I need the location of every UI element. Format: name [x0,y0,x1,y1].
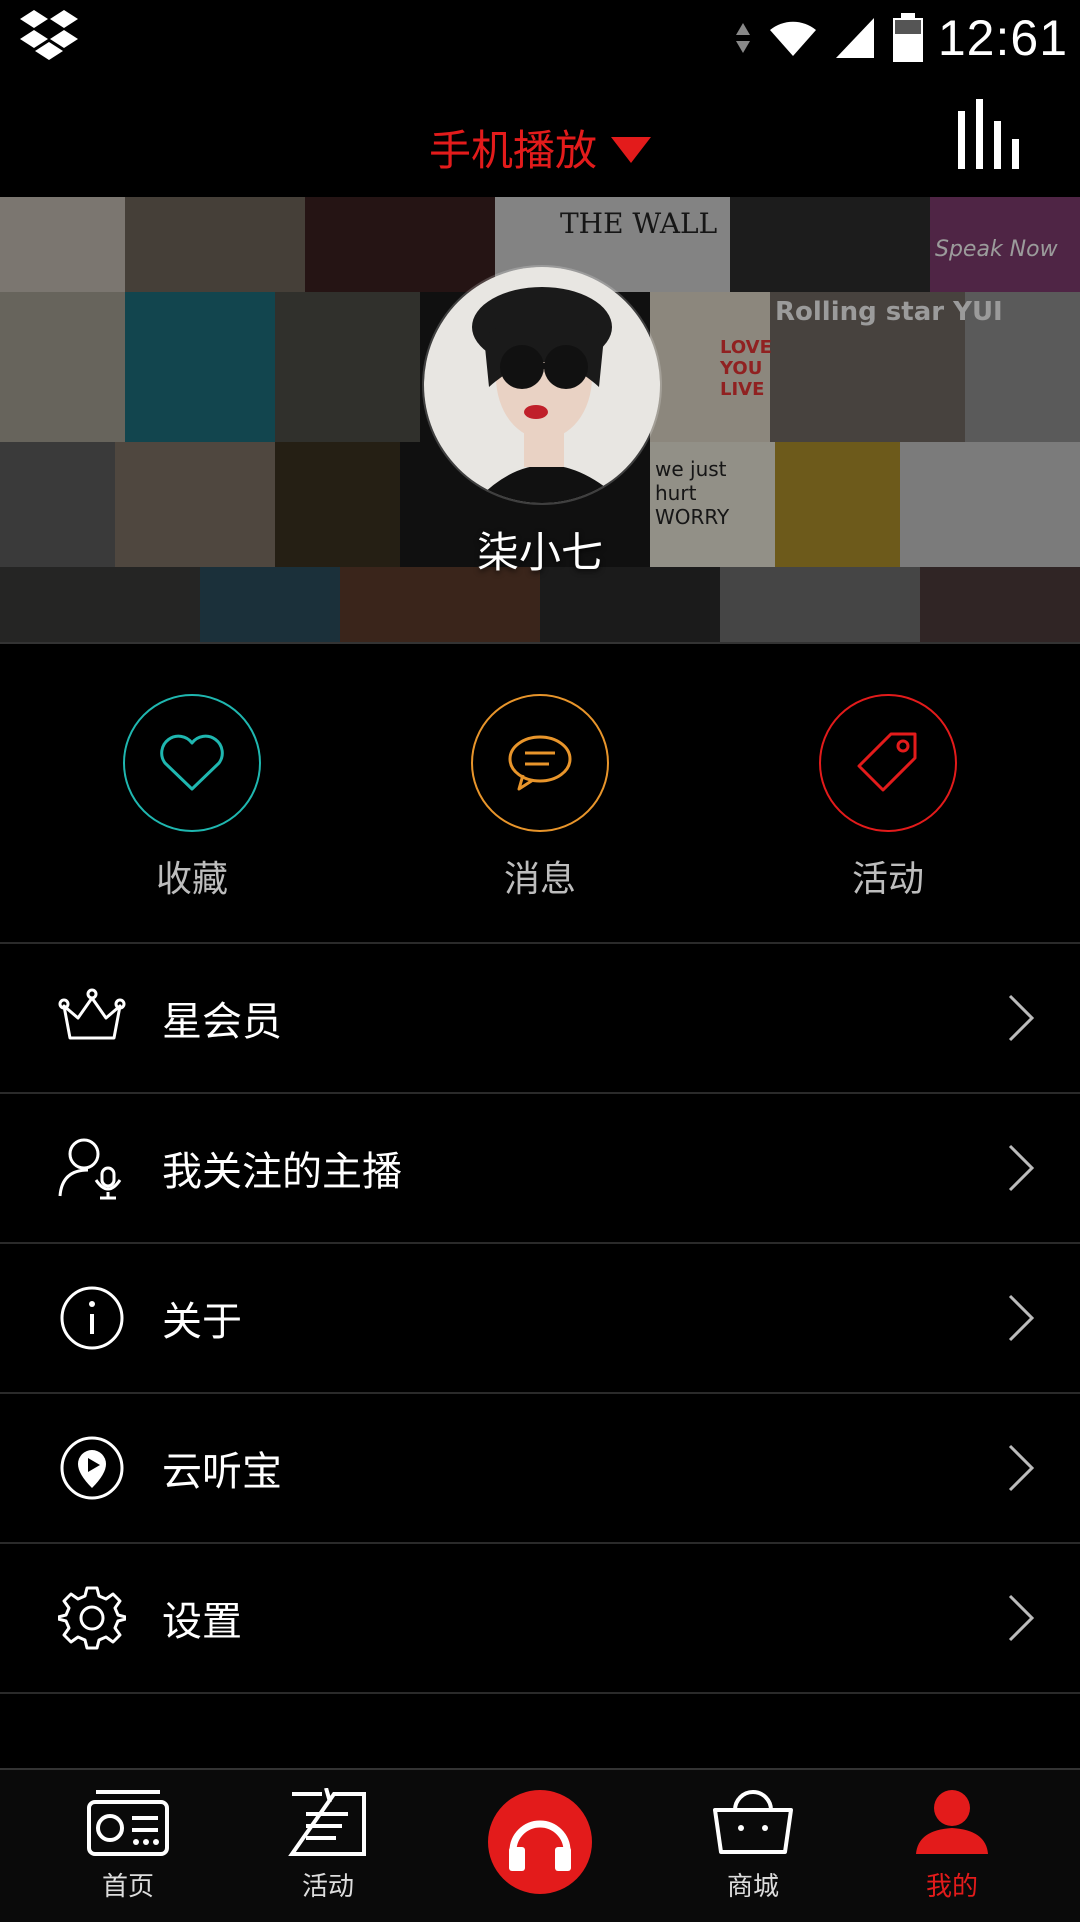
menu-label: 关于 [162,1299,242,1345]
tab-label: 我的 [925,1872,978,1902]
activities-circle [819,694,957,832]
info-icon [60,1286,124,1350]
signal-icon [835,18,874,58]
crown-icon [58,988,126,1040]
messages-label: 消息 [503,859,576,900]
list-board-icon [288,1787,366,1856]
playback-source-selector[interactable]: 手机播放 [0,117,1080,178]
chevron-right-icon [1008,1594,1035,1642]
basket-icon [713,1790,793,1854]
tab-activities[interactable]: 活动 [248,1787,408,1903]
dropbox-icon [20,10,78,66]
message-icon [508,735,572,791]
header-title: 手机播放 [428,126,597,175]
radio-icon [87,1790,169,1856]
messages-circle [471,694,609,832]
wifi-icon [769,21,816,56]
menu-label: 云听宝 [162,1449,282,1495]
activities-label: 活动 [851,859,924,900]
chevron-right-icon [1008,1444,1035,1492]
play-pin-icon [60,1436,124,1500]
avatar[interactable] [422,265,662,505]
battery-icon [892,13,923,62]
tab-store[interactable]: 商城 [673,1788,833,1903]
chevron-right-icon [1008,1144,1035,1192]
status-icons: 12:61 [734,8,1068,68]
tab-home[interactable]: 首页 [48,1788,208,1903]
menu-item-about[interactable]: 关于 [0,1244,1080,1394]
headphones-icon [509,1820,571,1871]
user-mic-icon [58,1138,122,1200]
bottom-tab-bar: 首页 活动 商城 我的 [0,1768,1080,1922]
menu-list: 星会员 我关注的主播 关于 云听宝 设置 [0,944,1080,1694]
chevron-right-icon [1008,994,1035,1042]
menu-item-yuntingbao[interactable]: 云听宝 [0,1394,1080,1544]
dropdown-caret-icon [611,136,651,163]
favorites-circle [123,694,261,832]
status-bar: 12:61 [0,0,1080,75]
menu-item-settings[interactable]: 设置 [0,1544,1080,1694]
tab-label: 商城 [726,1872,779,1902]
gear-icon [58,1586,126,1650]
equalizer-icon[interactable] [956,99,1032,175]
tab-label: 首页 [101,1872,154,1902]
tab-mine[interactable]: 我的 [872,1788,1032,1903]
heart-icon [160,734,224,791]
menu-label: 星会员 [162,999,282,1045]
user-icon [916,1790,988,1854]
clock: 12:61 [937,10,1068,66]
menu-label: 设置 [162,1599,242,1645]
tab-label: 活动 [301,1872,354,1902]
favorites-button[interactable]: 收藏 [72,694,312,902]
profile-banner: THE WALL Rolling star YUI we just hurt W… [0,197,1080,644]
chevron-right-icon [1008,1294,1035,1342]
tag-icon [857,732,917,792]
username: 柒小七 [476,528,603,577]
activities-button[interactable]: 活动 [768,694,1008,902]
messages-button[interactable]: 消息 [420,694,660,902]
data-arrows-icon [735,23,750,53]
menu-item-vip[interactable]: 星会员 [0,944,1080,1094]
header: 手机播放 [0,75,1080,197]
menu-label: 我关注的主播 [162,1149,402,1195]
quick-actions: 收藏 消息 活动 [0,644,1080,944]
player-button[interactable] [488,1790,592,1894]
menu-item-followed-hosts[interactable]: 我关注的主播 [0,1094,1080,1244]
favorites-label: 收藏 [155,859,228,900]
